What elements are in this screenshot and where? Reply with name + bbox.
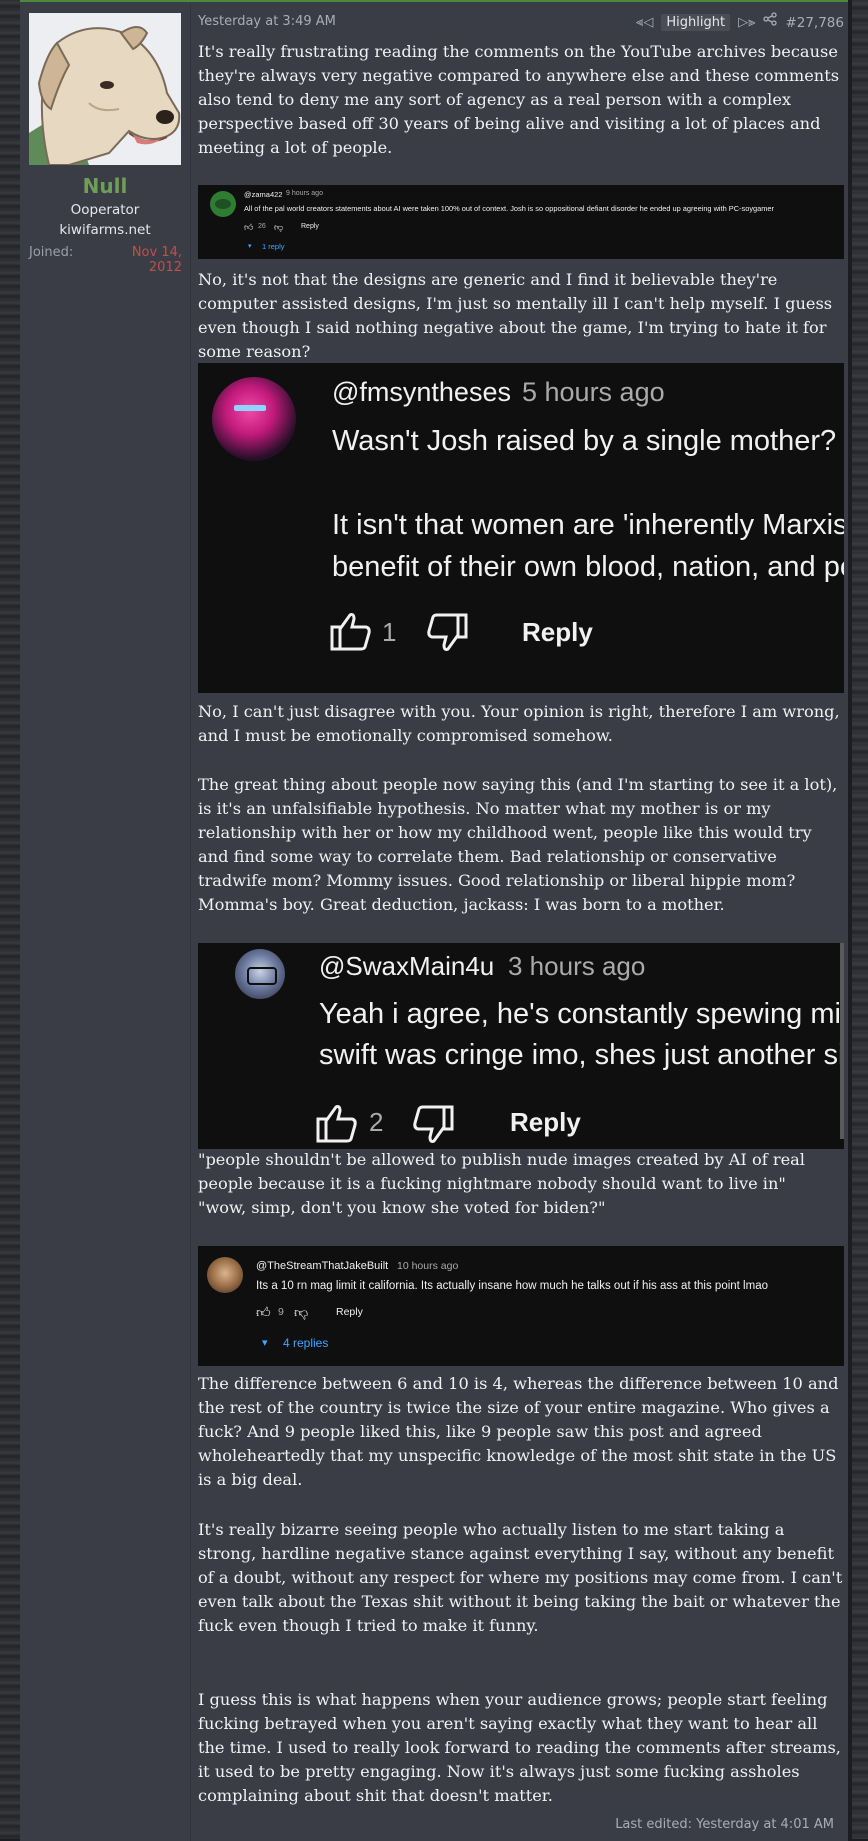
post-paragraph: No, it's not that the designs are generi… [198,270,833,361]
share-icon[interactable] [763,12,778,33]
comment-text-line: Wasn't Josh raised by a single mother? [332,425,837,457]
post-actions: ⫷◁ Highlight ▷⫸ #27,786 [636,12,844,33]
post-paragraph: I guess this is what happens when your a… [198,1690,841,1805]
like-count: 26 [258,223,266,230]
comment-text-line: It isn't that women are 'inherently Marx… [332,509,844,541]
chevron-down-icon: ▾ [262,1337,268,1349]
highlight-button[interactable]: Highlight [661,14,731,31]
post-paragraph: No, I can't just disagree with you. Your… [198,702,840,745]
like-icon [330,613,371,651]
reply-button: Reply [336,1306,363,1318]
page-background-left [0,0,20,1839]
post-content: Yesterday at 3:49 AM ⫷◁ Highlight ▷⫸ #27… [198,2,844,1841]
comment-author: @SwaxMain4u [319,951,495,981]
comment-author: @fmsyntheses [332,377,511,407]
joined-label: Joined: [29,245,74,260]
dislike-icon [427,613,468,651]
like-icon: 👍︎ [256,1304,271,1320]
comment-author: @TheStreamThatJakeBuilt [256,1260,389,1272]
avatar[interactable] [29,13,181,165]
user-title: Ooperator [70,202,140,218]
chevron-down-icon: ▾ [248,243,252,250]
youtube-comment-screenshot: @zama422 9 hours ago All of the pal worl… [198,185,844,259]
forum-post: Null Ooperator kiwifarms.net Joined: Nov… [20,0,848,1841]
scrollbar [840,943,844,1139]
post-timestamp[interactable]: Yesterday at 3:49 AM [198,14,336,29]
post-meta-bar: Yesterday at 3:49 AM ⫷◁ Highlight ▷⫸ #27… [198,12,844,34]
commenter-avatar [235,949,285,999]
youtube-comment-screenshot: @fmsyntheses 5 hours ago Wasn't Josh rai… [198,363,844,693]
comment-author: @zama422 [244,190,283,199]
joined-date: Nov 14, 2012 [131,245,182,275]
post-paragraph: It's really bizarre seeing people who ac… [198,1520,843,1635]
next-highlight-icon[interactable]: ▷⫸ [738,13,755,33]
user-info-column: Null Ooperator kiwifarms.net Joined: Nov… [20,4,191,1841]
post-paragraph: The difference between 6 and 10 is 4, wh… [198,1374,839,1489]
commenter-avatar [210,191,236,217]
post-paragraph: "people shouldn't be allowed to publish … [198,1150,805,1217]
post-paragraph: The great thing about people now saying … [198,775,838,914]
youtube-comment-screenshot: @TheStreamThatJakeBuilt 10 hours ago Its… [198,1246,844,1366]
reply-button: Reply [510,1107,581,1137]
reply-button: Reply [522,617,593,647]
commenter-avatar [212,377,296,461]
username[interactable]: Null [20,174,190,198]
like-count: 2 [369,1107,384,1137]
post-number-link[interactable]: #27,786 [785,15,844,31]
replies-toggle: 4 replies [283,1336,329,1350]
comment-text: Its a 10 rn mag limit it california. Its… [256,1280,768,1292]
dog-avatar-image [29,13,181,165]
dislike-icon: 👎︎ [274,222,284,232]
like-count: 9 [278,1306,284,1318]
dislike-icon [413,1105,454,1143]
comment-age: 10 hours ago [397,1260,459,1272]
comment-text: All of the pal world creators statements… [244,204,774,213]
like-icon: 👍︎ [244,222,254,232]
comment-age: 5 hours ago [522,377,665,407]
comment-text-line: Yeah i agree, he's constantly spewing mi… [319,998,844,1030]
last-edited: Last edited: Yesterday at 4:01 AM [615,1817,834,1832]
post-paragraph: It's really frustrating reading the comm… [198,42,840,157]
like-count: 1 [382,617,397,647]
page-background-right [852,0,868,1839]
comment-text-line: swift was cringe imo, shes just another … [319,1039,844,1071]
user-site: kiwifarms.net [59,222,151,238]
commenter-avatar [207,1257,243,1293]
reply-button: Reply [301,223,319,230]
comment-text-line: benefit of their own blood, nation, and … [332,551,844,583]
replies-toggle: 1 reply [262,242,285,251]
comment-age: 9 hours ago [286,190,323,197]
dislike-icon: 👎︎ [294,1304,309,1320]
comment-age: 3 hours ago [508,951,646,981]
youtube-comment-screenshot: @SwaxMain4u 3 hours ago Yeah i agree, he… [198,943,844,1149]
previous-highlight-icon[interactable]: ⫷◁ [636,13,653,33]
like-icon [316,1105,357,1143]
